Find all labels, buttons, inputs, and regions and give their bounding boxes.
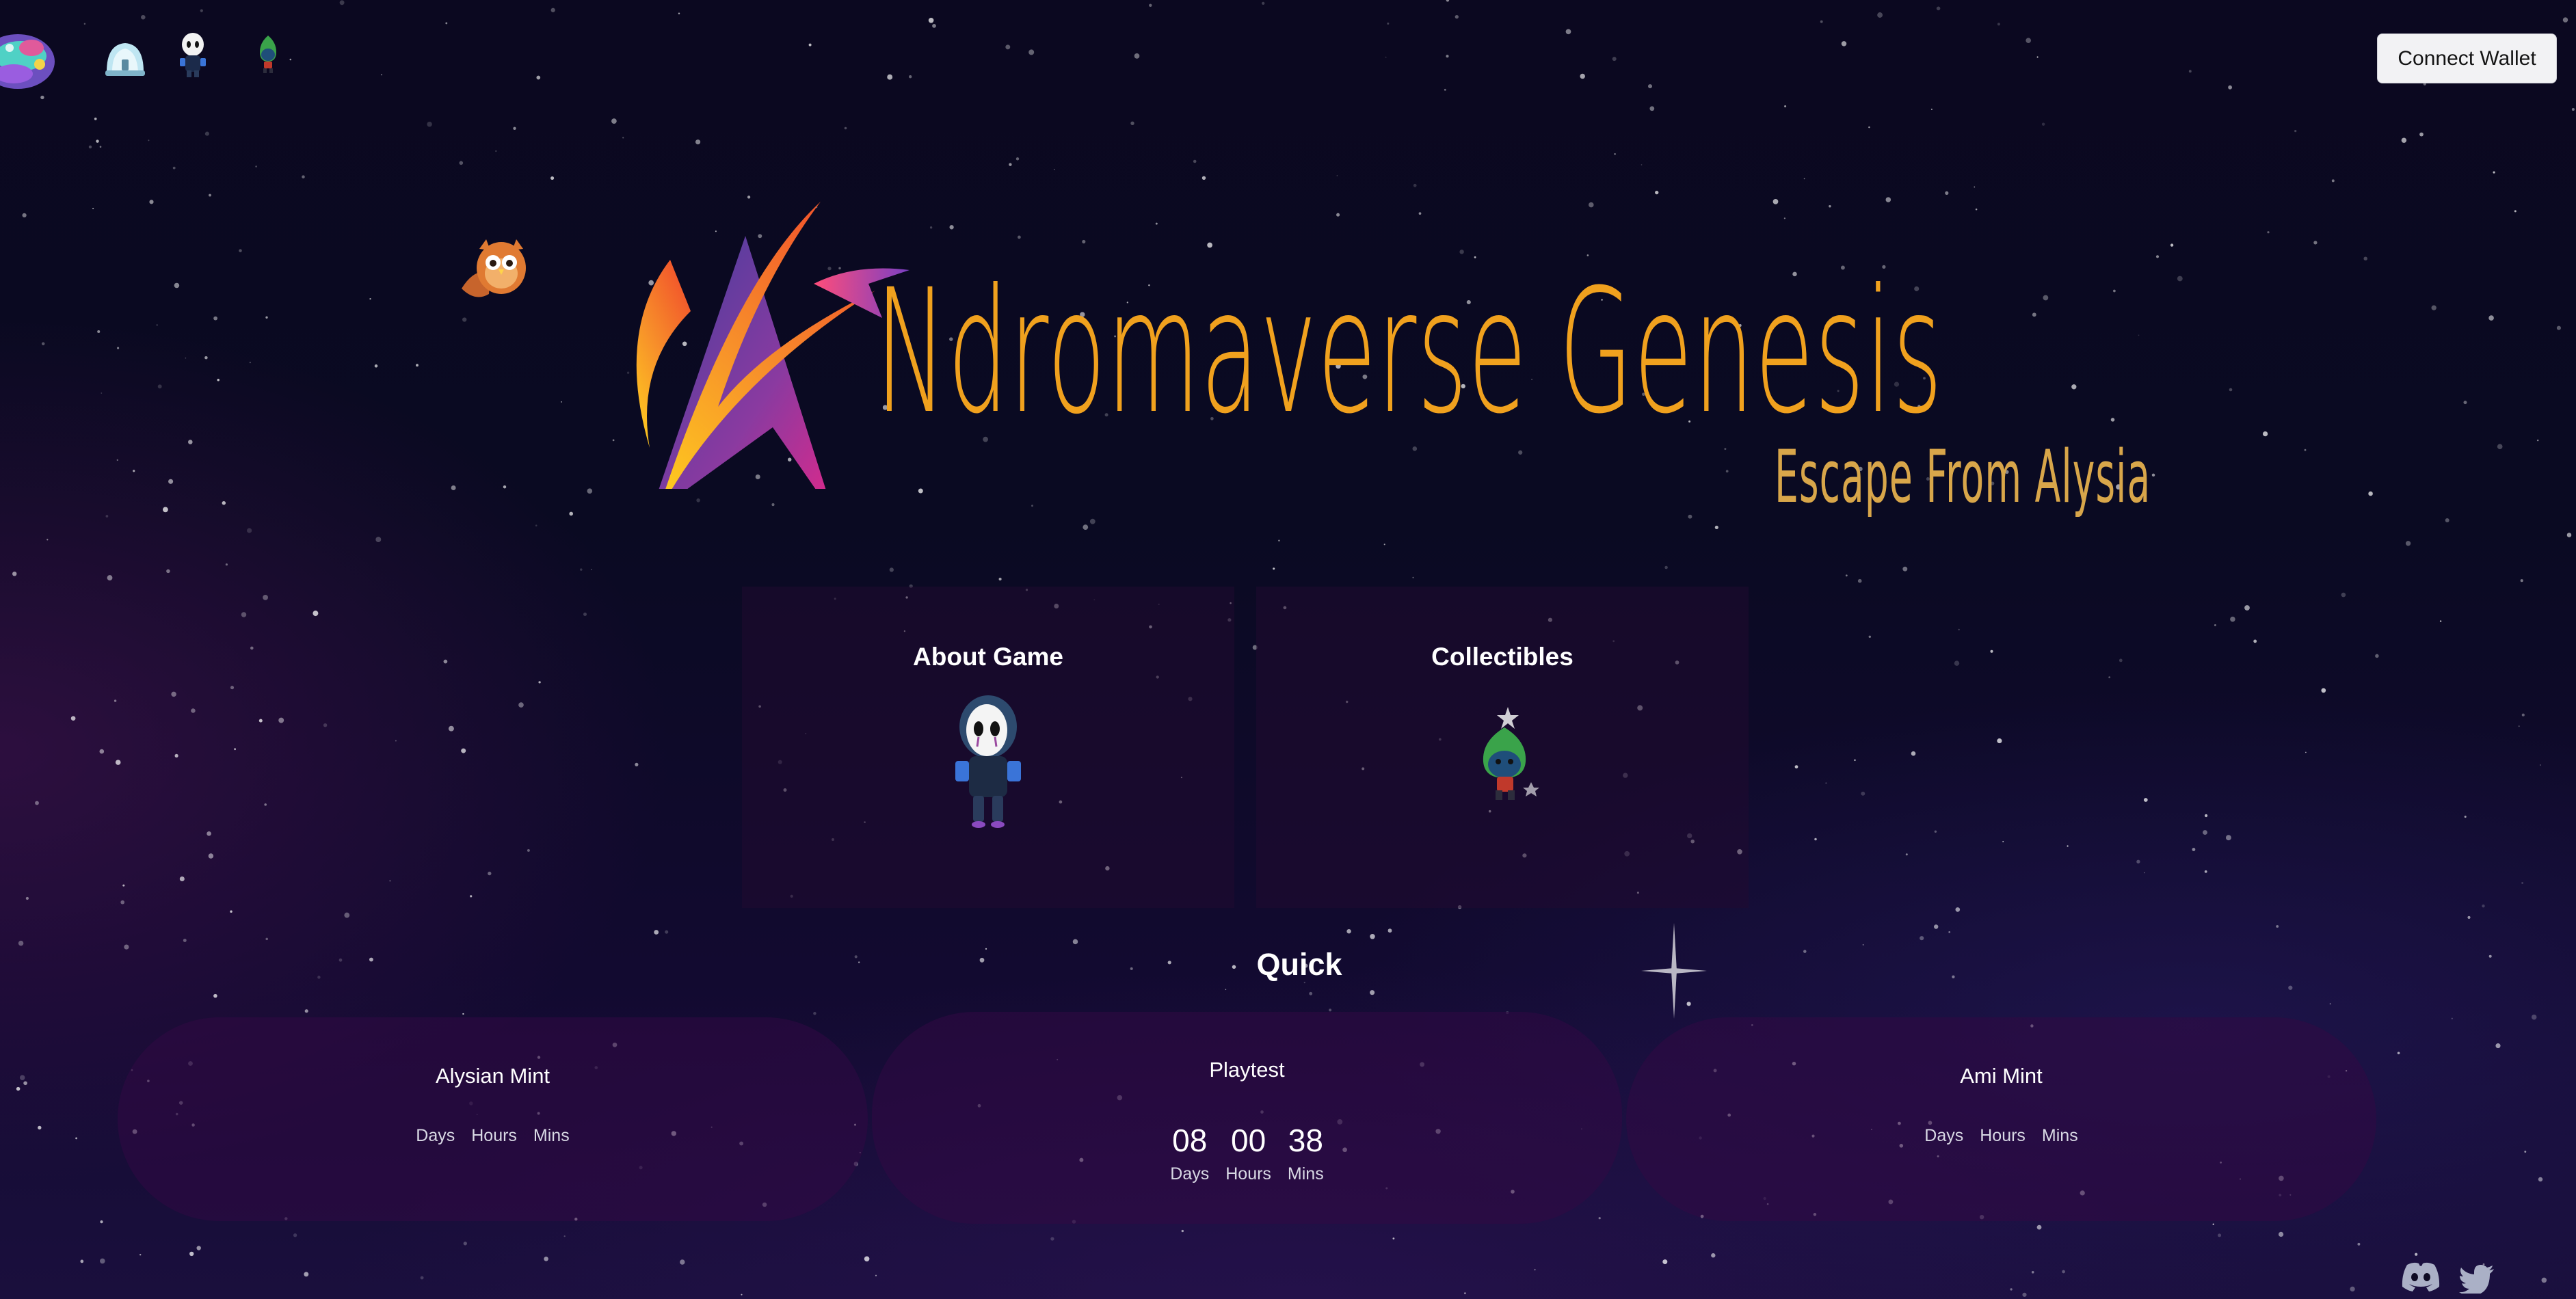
- playtest-countdown: 08 Days 00 Hours 38 Mins: [872, 1123, 1622, 1184]
- leaf-character-icon: [1483, 707, 1539, 800]
- countdown-mins-value: 38: [1288, 1123, 1323, 1158]
- owl-icon: [462, 239, 526, 297]
- countdown-days-value: 08: [1172, 1123, 1208, 1158]
- collectibles-card[interactable]: Collectibles: [1256, 587, 1749, 908]
- countdown-days-label: Days: [1924, 1126, 1964, 1145]
- hero-title: Ndromaverse Genesis: [875, 252, 1943, 451]
- playtest-title: Playtest: [1209, 1058, 1285, 1082]
- alysian-mint-title: Alysian Mint: [435, 1064, 550, 1088]
- planet-icon[interactable]: [0, 21, 55, 99]
- collectibles-title: Collectibles: [1431, 643, 1574, 671]
- about-game-title: About Game: [913, 643, 1063, 671]
- alysian-mint-countdown: Days Hours Mins: [118, 1120, 868, 1146]
- countdown-mins-label: Mins: [2041, 1126, 2078, 1145]
- twitter-icon[interactable]: [2459, 1265, 2495, 1294]
- dome-icon[interactable]: [103, 38, 148, 79]
- about-game-card[interactable]: About Game: [742, 587, 1234, 908]
- countdown-hours-label: Hours: [1225, 1164, 1271, 1183]
- countdown-hours-value: 00: [1230, 1123, 1266, 1158]
- countdown-mins-label: Mins: [533, 1126, 570, 1145]
- countdown-hours-label: Hours: [471, 1126, 517, 1145]
- ami-mint-card[interactable]: Ami Mint Days Hours Mins: [1626, 1017, 2376, 1221]
- quick-title: Quick: [1256, 947, 1342, 982]
- ami-mint-title: Ami Mint: [1960, 1064, 2043, 1088]
- ami-mint-countdown: Days Hours Mins: [1626, 1120, 2376, 1146]
- leaf-character-icon[interactable]: [253, 33, 283, 74]
- masked-character-icon: [955, 695, 1021, 828]
- countdown-days-label: Days: [1170, 1164, 1210, 1183]
- countdown-mins-label: Mins: [1287, 1164, 1324, 1183]
- playtest-card[interactable]: Playtest 08 Days 00 Hours 38 Mins: [872, 1012, 1622, 1224]
- hero-section: Ndromaverse Genesis Escape From Alysia: [0, 123, 2576, 561]
- flame-star-logo: [636, 202, 909, 489]
- masked-character-icon[interactable]: [174, 31, 212, 79]
- discord-icon[interactable]: [2400, 1261, 2441, 1292]
- alysian-mint-card[interactable]: Alysian Mint Days Hours Mins: [118, 1017, 868, 1221]
- connect-wallet-button[interactable]: Connect Wallet: [2377, 34, 2557, 83]
- countdown-hours-label: Hours: [1980, 1126, 2026, 1145]
- hero-subtitle: Escape From Alysia: [1775, 435, 2151, 519]
- top-bar: Connect Wallet: [0, 0, 2576, 123]
- countdown-days-label: Days: [416, 1126, 455, 1145]
